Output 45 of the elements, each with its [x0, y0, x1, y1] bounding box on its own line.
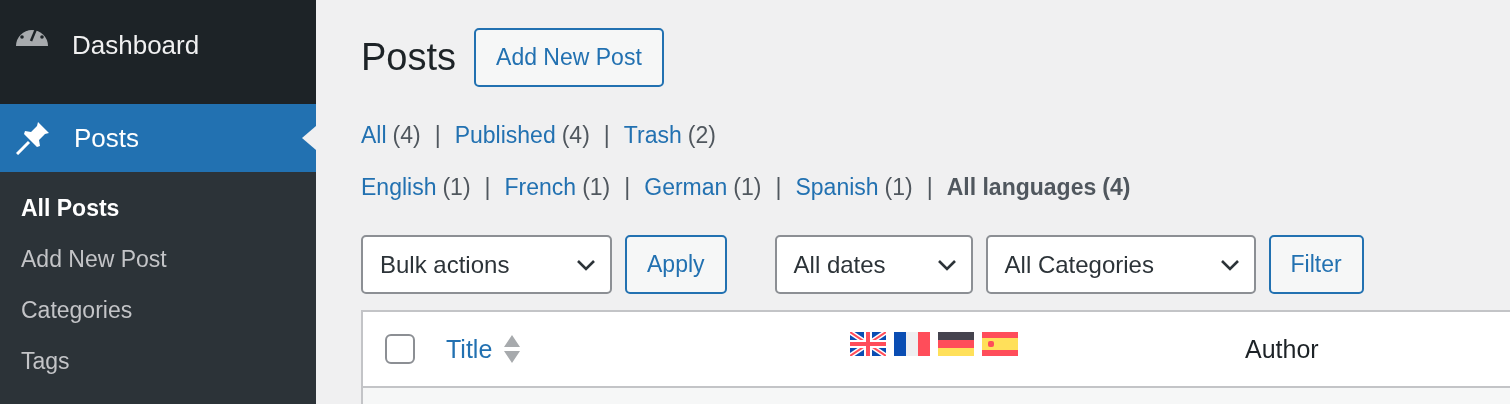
- chevron-down-icon: [576, 258, 596, 271]
- sort-icon: [504, 335, 521, 363]
- filter-count: (1): [442, 173, 471, 201]
- date-select[interactable]: All dates: [774, 235, 973, 294]
- filter-link[interactable]: Published: [454, 121, 556, 149]
- separator: |: [603, 121, 610, 149]
- filter-count: (1): [884, 173, 913, 201]
- menu-pointer: [302, 126, 316, 150]
- category-select[interactable]: All Categories: [985, 235, 1256, 294]
- union-flag-icon: [850, 332, 886, 356]
- filter-link[interactable]: All languages: [946, 173, 1097, 201]
- separator: |: [624, 173, 631, 201]
- filter-count: (4): [1102, 173, 1131, 201]
- tricolour-flag-icon: [894, 332, 930, 356]
- separator: |: [926, 173, 933, 201]
- separator: |: [484, 173, 491, 201]
- chevron-down-icon: [936, 258, 957, 271]
- filter-count: (4): [392, 121, 421, 149]
- filter-link[interactable]: Spanish: [795, 173, 879, 201]
- filter-count: (2): [687, 121, 716, 149]
- filter-button[interactable]: Filter: [1268, 235, 1364, 294]
- bulk-actions-select[interactable]: Bulk actions: [361, 235, 612, 294]
- pushpin-icon: [16, 121, 50, 155]
- sidebar-item[interactable]: Posts: [0, 104, 316, 172]
- striped-flag-icon: [982, 332, 1018, 356]
- chevron-down-icon: [1219, 258, 1240, 271]
- filter-link[interactable]: French: [504, 173, 577, 201]
- filter-link[interactable]: German: [644, 173, 728, 201]
- filter-link[interactable]: Trash: [623, 121, 682, 149]
- separator: |: [775, 173, 782, 201]
- filter-count: (1): [733, 173, 762, 201]
- column-header: Author: [1245, 334, 1319, 364]
- tricolour-flag-icon: [938, 332, 974, 356]
- filter-count: (4): [561, 121, 590, 149]
- apply-button[interactable]: Apply: [625, 235, 727, 294]
- filter-link[interactable]: All: [361, 121, 387, 149]
- separator: |: [434, 121, 441, 149]
- page-title: Posts: [361, 36, 457, 79]
- title-column-header[interactable]: Title: [446, 334, 850, 364]
- gauge-icon: [16, 30, 48, 46]
- filter-link[interactable]: English: [361, 173, 437, 201]
- select-all-checkbox[interactable]: [385, 334, 415, 364]
- add-new-post-button[interactable]: Add New Post: [474, 28, 664, 87]
- filter-count: (1): [582, 173, 611, 201]
- sidebar-item[interactable]: Dashboard: [0, 0, 316, 104]
